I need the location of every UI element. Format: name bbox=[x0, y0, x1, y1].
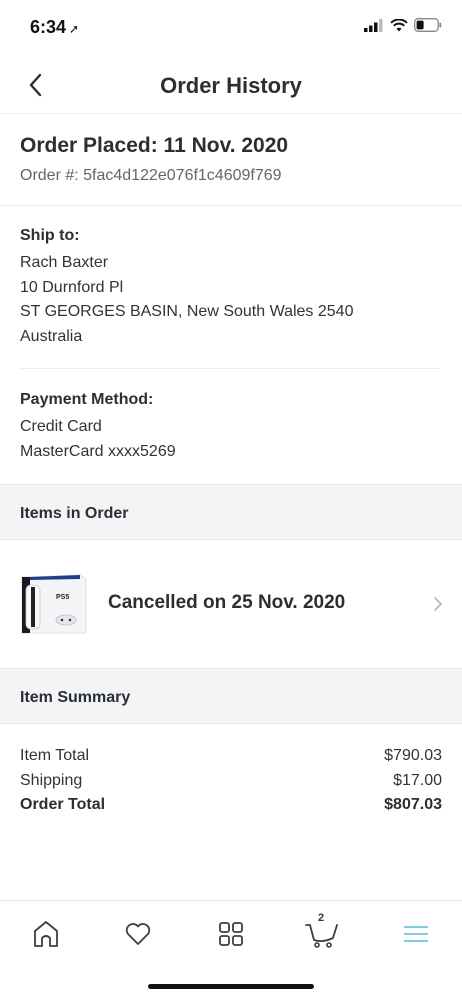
tab-cart[interactable]: 2 bbox=[302, 912, 342, 952]
menu-icon bbox=[404, 926, 428, 942]
summary-section-title: Item Summary bbox=[20, 689, 131, 706]
cart-count-badge: 2 bbox=[318, 912, 325, 924]
signal-icon bbox=[364, 18, 383, 32]
shipping-value: $17.00 bbox=[393, 771, 442, 789]
status-bar: 6:34 ➚ bbox=[0, 0, 462, 56]
product-thumbnail-text: PS5 bbox=[56, 594, 69, 601]
order-summary: Item Total $790.03 Shipping $17.00 Order… bbox=[20, 744, 442, 818]
home-indicator[interactable] bbox=[148, 984, 314, 989]
item-total-row: Item Total $790.03 bbox=[20, 744, 442, 769]
chevron-right-icon bbox=[434, 597, 442, 611]
items-section-header: Items in Order bbox=[0, 484, 462, 540]
status-time: 6:34 ➚ bbox=[30, 17, 79, 38]
shipping-row: Shipping $17.00 bbox=[20, 769, 442, 794]
tab-wishlist[interactable] bbox=[118, 916, 158, 952]
product-thumbnail: PS5 bbox=[20, 571, 88, 635]
ship-to-label: Ship to: bbox=[20, 227, 80, 244]
order-placed-date: Order Placed: 11 Nov. 2020 bbox=[20, 134, 289, 157]
status-icons bbox=[364, 18, 442, 32]
shipping-address: Ship to: Rach Baxter 10 Durnford Pl ST G… bbox=[20, 226, 440, 349]
summary-section-header: Item Summary bbox=[0, 668, 462, 724]
item-total-value: $790.03 bbox=[384, 747, 442, 764]
divider bbox=[20, 368, 440, 369]
payment-type: Credit Card bbox=[20, 418, 102, 435]
items-section-title: Items in Order bbox=[20, 505, 129, 522]
tab-menu[interactable] bbox=[396, 916, 436, 952]
payment-method-label: Payment Method: bbox=[20, 391, 154, 408]
item-total-label: Item Total bbox=[20, 747, 90, 764]
page-title: Order History bbox=[160, 73, 302, 98]
payment-card: MasterCard xxxx5269 bbox=[20, 442, 176, 460]
order-total-row: Order Total $807.03 bbox=[20, 793, 442, 818]
ship-street: 10 Durnford Pl bbox=[20, 278, 124, 296]
location-arrow-icon: ➚ bbox=[69, 22, 80, 36]
ship-country: Australia bbox=[20, 327, 83, 345]
order-number: Order #: 5fac4d122e076f1c4609f769 bbox=[20, 167, 282, 184]
wifi-icon bbox=[390, 18, 408, 31]
nav-bar: Order History bbox=[0, 56, 462, 114]
item-status: Cancelled on 25 Nov. 2020 bbox=[108, 592, 346, 613]
shipping-label: Shipping bbox=[20, 771, 83, 789]
order-total-value: $807.03 bbox=[384, 796, 442, 813]
ship-name: Rach Baxter bbox=[20, 254, 109, 271]
order-item-row[interactable]: PS5 Cancelled on 25 Nov. 2020 bbox=[0, 540, 462, 668]
heart-icon bbox=[125, 923, 151, 945]
grid-icon bbox=[219, 922, 243, 946]
tab-categories[interactable] bbox=[211, 916, 251, 952]
ship-city: ST GEORGES BASIN, New South Wales 2540 bbox=[20, 303, 354, 320]
tab-home[interactable] bbox=[26, 916, 66, 952]
status-time-text: 6:34 bbox=[30, 17, 67, 37]
battery-icon bbox=[414, 18, 442, 32]
payment-method: Payment Method: Credit Card MasterCard x… bbox=[20, 390, 440, 464]
home-icon bbox=[34, 921, 58, 947]
order-total-label: Order Total bbox=[20, 796, 106, 813]
order-header: Order Placed: 11 Nov. 2020 Order #: 5fac… bbox=[0, 114, 462, 206]
